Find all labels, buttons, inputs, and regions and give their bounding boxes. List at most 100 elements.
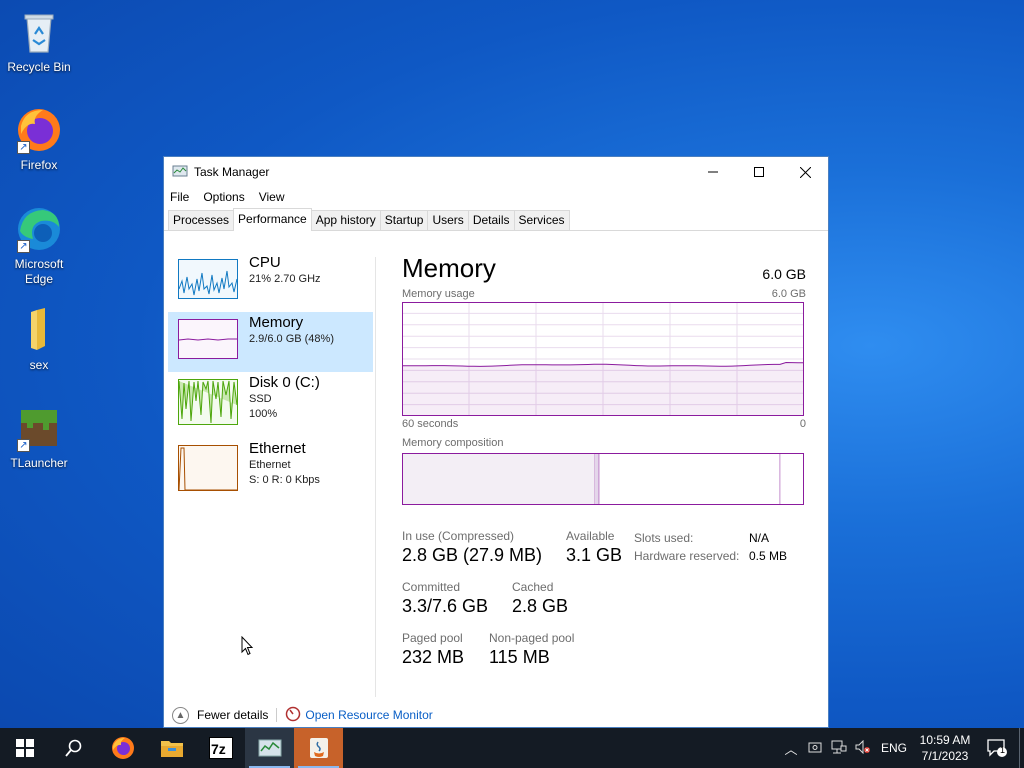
minimize-button[interactable] bbox=[690, 157, 736, 187]
edge-icon: ↗ bbox=[15, 205, 63, 253]
desktop-icon-label: TLauncher bbox=[10, 456, 68, 470]
resource-name: Ethernet bbox=[249, 440, 306, 457]
resource-item-cpu[interactable]: CPU 21% 2.70 GHz bbox=[168, 252, 373, 312]
resource-detail: Ethernet bbox=[249, 459, 291, 471]
desktop-icon-folder[interactable]: sex bbox=[1, 306, 77, 372]
ethernet-thumbnail-graph bbox=[178, 445, 238, 491]
start-button[interactable] bbox=[0, 728, 49, 768]
tab-startup[interactable]: Startup bbox=[379, 210, 429, 230]
close-button[interactable] bbox=[782, 157, 828, 187]
task-manager-icon bbox=[172, 163, 188, 182]
paged-pool-label: Paged pool bbox=[402, 631, 463, 645]
meet-now-icon[interactable] bbox=[803, 740, 827, 757]
shortcut-arrow-icon: ↗ bbox=[17, 240, 30, 253]
system-tray: ︿ ENG 10:59 AM 7/1/2023 1 bbox=[779, 728, 1024, 768]
memory-composition-bar bbox=[402, 453, 804, 505]
usage-area bbox=[402, 362, 804, 415]
hardware-reserved-value: 0.5 MB bbox=[749, 549, 788, 563]
cpu-thumbnail-graph bbox=[178, 259, 238, 299]
tab-details[interactable]: Details bbox=[467, 210, 515, 230]
folder-icon bbox=[15, 306, 63, 354]
taskbar-firefox[interactable] bbox=[98, 728, 147, 768]
task-manager-icon bbox=[258, 739, 281, 757]
composition-in-use bbox=[403, 454, 596, 504]
memory-detail-panel: Memory 6.0 GB Memory usage 6.0 GB 60 sec… bbox=[402, 252, 806, 689]
taskbar-task-manager[interactable] bbox=[245, 728, 294, 768]
usage-axis-left: 60 seconds bbox=[402, 418, 459, 430]
desktop-icon-recycle-bin[interactable]: Recycle Bin bbox=[1, 8, 77, 74]
volume-muted-icon[interactable] bbox=[851, 739, 875, 757]
maximize-button[interactable] bbox=[736, 157, 782, 187]
resource-name: CPU bbox=[249, 254, 281, 271]
non-paged-pool-label: Non-paged pool bbox=[489, 631, 575, 645]
firefox-icon bbox=[111, 737, 134, 759]
taskbar-java[interactable] bbox=[294, 728, 343, 768]
menu-options[interactable]: Options bbox=[203, 190, 244, 204]
shortcut-arrow-icon: ↗ bbox=[17, 141, 30, 154]
memory-usage-graph bbox=[402, 302, 804, 416]
fewer-details-label: Fewer details bbox=[197, 708, 269, 722]
resource-item-disk[interactable]: Disk 0 (C:) SSD 100% bbox=[168, 372, 373, 432]
resource-name: Memory bbox=[249, 314, 304, 331]
in-use-label: In use (Compressed) bbox=[402, 529, 515, 543]
input-language[interactable]: ENG bbox=[881, 741, 907, 755]
taskbar-7zip[interactable]: 7z bbox=[196, 728, 245, 768]
fewer-details-button[interactable]: ▲ Fewer details bbox=[172, 706, 269, 724]
resource-detail: 2.9/6.0 GB (48%) bbox=[249, 333, 334, 345]
close-icon bbox=[799, 166, 811, 178]
search-button[interactable] bbox=[49, 728, 98, 768]
memory-thumbnail-graph bbox=[178, 319, 238, 359]
task-manager-window: Task Manager File Options View Processes… bbox=[163, 156, 829, 728]
cached-value: 2.8 GB bbox=[512, 596, 569, 616]
taskbar-file-explorer[interactable] bbox=[147, 728, 196, 768]
desktop-icon-tlauncher[interactable]: ↗ TLauncher bbox=[1, 404, 77, 470]
slots-used-label: Slots used: bbox=[634, 531, 694, 545]
menu-view[interactable]: View bbox=[259, 190, 285, 204]
tab-app-history[interactable]: App history bbox=[310, 210, 381, 230]
maximize-icon bbox=[754, 167, 764, 177]
pane-divider[interactable] bbox=[375, 257, 376, 697]
usage-axis-right: 0 bbox=[799, 418, 806, 430]
desktop-icon-label: Recycle Bin bbox=[7, 60, 71, 74]
mouse-cursor-icon bbox=[241, 636, 254, 656]
composition-label: Memory composition bbox=[402, 437, 504, 449]
tab-services[interactable]: Services bbox=[513, 210, 570, 230]
available-label: Available bbox=[566, 529, 615, 543]
in-use-value: 2.8 GB (27.9 MB) bbox=[402, 545, 543, 565]
title-bar[interactable]: Task Manager bbox=[164, 157, 828, 187]
minimize-icon bbox=[708, 171, 718, 173]
resource-item-memory[interactable]: Memory 2.9/6.0 GB (48%) bbox=[168, 312, 373, 372]
shortcut-arrow-icon: ↗ bbox=[17, 439, 30, 452]
menu-file[interactable]: File bbox=[170, 190, 189, 204]
resource-monitor-label: Open Resource Monitor bbox=[305, 708, 433, 722]
tab-users[interactable]: Users bbox=[427, 210, 469, 230]
7zip-icon: 7z bbox=[208, 737, 233, 759]
firefox-icon: ↗ bbox=[15, 106, 63, 154]
desktop-icon-firefox[interactable]: ↗ Firefox bbox=[1, 106, 77, 172]
desktop-icon-label: Microsoft Edge bbox=[14, 257, 64, 286]
tab-performance[interactable]: Performance bbox=[233, 208, 312, 231]
chevron-up-icon[interactable]: ︿ bbox=[779, 739, 803, 758]
clock-time: 10:59 AM bbox=[919, 733, 971, 747]
chevron-up-icon: ▲ bbox=[172, 706, 189, 724]
window-title: Task Manager bbox=[194, 165, 270, 179]
network-icon[interactable] bbox=[827, 740, 851, 757]
svg-text:7z: 7z bbox=[211, 741, 226, 757]
notification-count: 1 bbox=[1000, 745, 1006, 755]
resource-detail: 21% 2.70 GHz bbox=[249, 273, 321, 285]
tab-strip: Processes Performance App history Startu… bbox=[164, 207, 828, 231]
action-center-button[interactable]: 1 bbox=[975, 728, 1019, 768]
resource-item-ethernet[interactable]: Ethernet Ethernet S: 0 R: 0 Kbps bbox=[168, 438, 373, 498]
search-icon bbox=[64, 739, 81, 757]
taskbar: 7z ︿ ENG 10:59 AM 7/1/2023 1 bbox=[0, 728, 1024, 768]
tab-processes[interactable]: Processes bbox=[168, 210, 235, 230]
memory-total: 6.0 GB bbox=[762, 266, 806, 282]
desktop-icon-label: Firefox bbox=[20, 158, 58, 172]
open-resource-monitor-link[interactable]: Open Resource Monitor bbox=[285, 706, 433, 725]
clock-date: 7/1/2023 bbox=[921, 749, 969, 763]
clock[interactable]: 10:59 AM 7/1/2023 bbox=[915, 732, 975, 764]
desktop-icon-edge[interactable]: ↗ Microsoft Edge bbox=[1, 205, 77, 287]
show-desktop-button[interactable] bbox=[1019, 728, 1024, 768]
slots-used-value: N/A bbox=[749, 531, 770, 545]
panel-title: Memory bbox=[402, 253, 496, 283]
